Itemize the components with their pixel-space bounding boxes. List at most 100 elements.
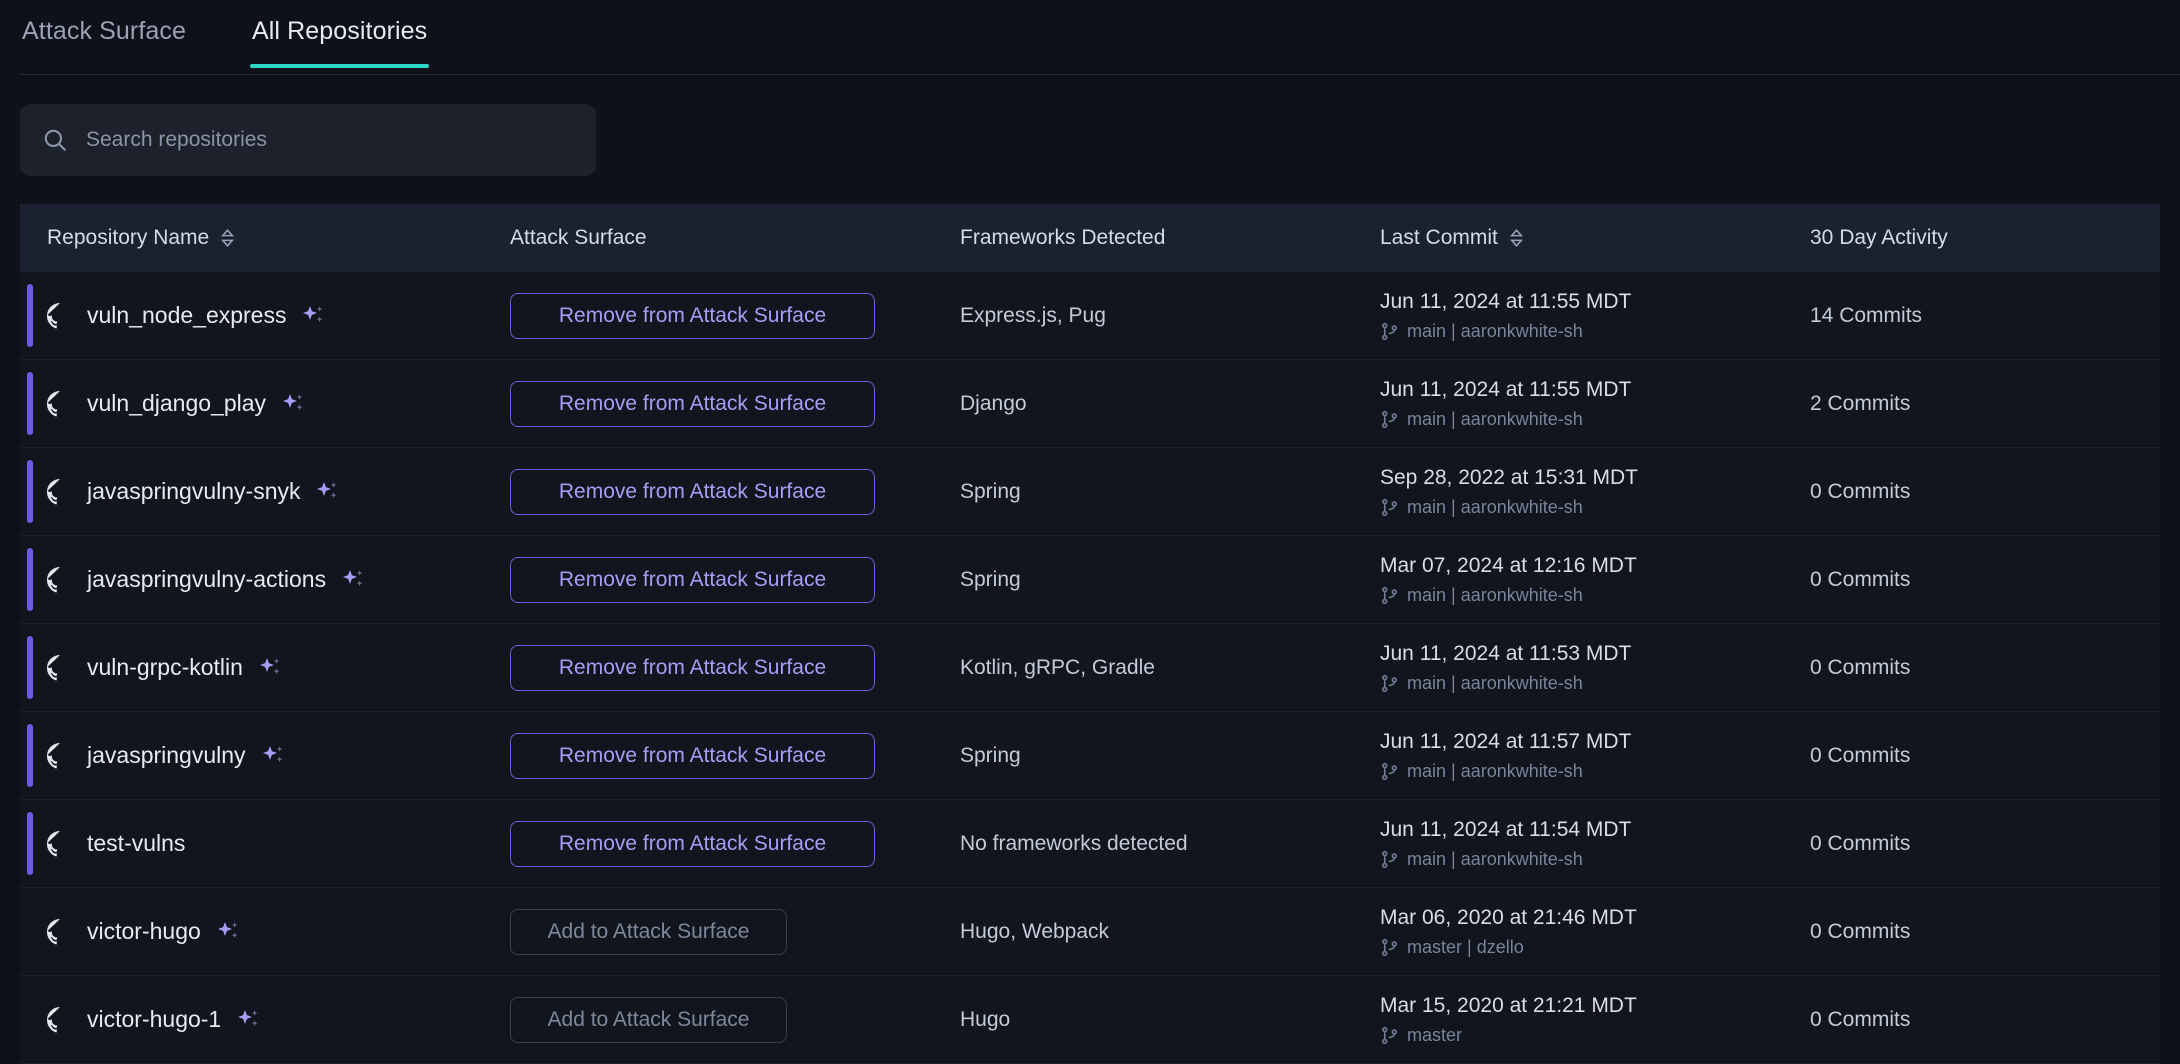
table-row[interactable]: javaspringvulny-snyk Remove from Attack S… xyxy=(20,448,2160,536)
sort-icon[interactable] xyxy=(219,226,236,250)
column-header-last-commit[interactable]: Last Commit xyxy=(1380,226,1810,250)
column-label: Repository Name xyxy=(47,226,210,249)
table-row[interactable]: javaspringvulny Remove from Attack Surfac… xyxy=(20,712,2160,800)
git-branch-icon xyxy=(1382,850,1397,868)
activity-cell: 0 Commits xyxy=(1810,744,2160,768)
table-row[interactable]: vuln_django_play Remove from Attack Surfa… xyxy=(20,360,2160,448)
github-icon xyxy=(47,478,60,504)
github-icon xyxy=(47,830,60,856)
github-icon xyxy=(47,1006,60,1032)
frameworks-label: Kotlin, gRPC, Gradle xyxy=(960,655,1155,679)
repository-name-label[interactable]: test-vulns xyxy=(87,830,185,857)
sparkle-icon xyxy=(238,1009,258,1026)
remove-from-attack-surface-button[interactable]: Remove from Attack Surface xyxy=(510,292,875,339)
repositories-table: Repository Name Attack Surface Framework… xyxy=(20,204,2160,1064)
frameworks-label: Hugo, Webpack xyxy=(960,919,1110,943)
branch-author-label: main | aaronkwhite-sh xyxy=(1407,760,1583,781)
repository-name-label[interactable]: javaspringvulny-snyk xyxy=(87,478,300,505)
frameworks-label: Spring xyxy=(960,743,1021,767)
search-repositories-box[interactable] xyxy=(20,104,596,176)
sparkle-icon xyxy=(317,481,337,498)
sort-icon[interactable] xyxy=(1508,226,1525,250)
activity-label: 0 Commits xyxy=(1810,655,1911,679)
git-branch-icon xyxy=(1382,674,1397,692)
commit-branch-author: master xyxy=(1380,1025,1810,1046)
table-row[interactable]: vuln_node_express Remove from Attack Surf… xyxy=(20,272,2160,360)
repository-name-label[interactable]: victor-hugo-1 xyxy=(87,1006,221,1033)
column-header-attack-surface: Attack Surface xyxy=(510,226,960,250)
frameworks-cell: Spring xyxy=(960,568,1380,592)
table-row[interactable]: test-vulns Remove from Attack Surface No f… xyxy=(20,800,2160,888)
repository-name-label[interactable]: javaspringvulny-actions xyxy=(87,566,326,593)
activity-cell: 0 Commits xyxy=(1810,920,2160,944)
repository-name-label[interactable]: javaspringvulny xyxy=(87,742,246,769)
git-branch-icon xyxy=(1382,410,1397,428)
table-row[interactable]: vuln-grpc-kotlin Remove from Attack Surfa… xyxy=(20,624,2160,712)
repository-name-cell: test-vulns xyxy=(20,830,510,857)
activity-cell: 0 Commits xyxy=(1810,832,2160,856)
last-commit-cell: Mar 15, 2020 at 21:21 MDT master xyxy=(1380,994,1810,1046)
commit-date-label: Sep 28, 2022 at 15:31 MDT xyxy=(1380,465,1638,489)
remove-from-attack-surface-button[interactable]: Remove from Attack Surface xyxy=(510,732,875,779)
attack-surface-cell: Remove from Attack Surface xyxy=(510,820,960,867)
branch-author-label: main | aaronkwhite-sh xyxy=(1407,496,1583,517)
activity-cell: 0 Commits xyxy=(1810,568,2160,592)
table-header-row: Repository Name Attack Surface Framework… xyxy=(20,204,2160,272)
activity-cell: 0 Commits xyxy=(1810,1008,2160,1032)
remove-from-attack-surface-button[interactable]: Remove from Attack Surface xyxy=(510,644,875,691)
search-icon xyxy=(44,129,66,151)
tab-all-repositories[interactable]: All Repositories xyxy=(249,0,430,68)
repository-name-label[interactable]: victor-hugo xyxy=(87,918,201,945)
commit-branch-author: main | aaronkwhite-sh xyxy=(1380,673,1810,694)
remove-from-attack-surface-button[interactable]: Remove from Attack Surface xyxy=(510,380,875,427)
table-row[interactable]: javaspringvulny-actions Remove from Attac… xyxy=(20,536,2160,624)
remove-from-attack-surface-button[interactable]: Remove from Attack Surface xyxy=(510,468,875,515)
commit-date-label: Mar 07, 2024 at 12:16 MDT xyxy=(1380,553,1637,577)
github-icon xyxy=(47,302,60,328)
column-header-frameworks-detected: Frameworks Detected xyxy=(960,226,1380,250)
commit-date-label: Mar 15, 2020 at 21:21 MDT xyxy=(1380,993,1637,1017)
last-commit-cell: Jun 11, 2024 at 11:53 MDT main | aaronkwh… xyxy=(1380,642,1810,694)
remove-from-attack-surface-button[interactable]: Remove from Attack Surface xyxy=(510,556,875,603)
branch-author-label: master | dzello xyxy=(1407,936,1524,957)
tab-attack-surface[interactable]: Attack Surface xyxy=(20,0,188,68)
activity-cell: 0 Commits xyxy=(1810,480,2160,504)
frameworks-label: No frameworks detected xyxy=(960,831,1188,855)
git-branch-icon xyxy=(1382,762,1397,780)
search-input[interactable] xyxy=(86,128,574,152)
repository-name-label[interactable]: vuln-grpc-kotlin xyxy=(87,654,243,681)
git-branch-icon xyxy=(1382,1026,1397,1044)
frameworks-cell: Spring xyxy=(960,480,1380,504)
attack-surface-cell: Remove from Attack Surface xyxy=(510,644,960,691)
add-to-attack-surface-button[interactable]: Add to Attack Surface xyxy=(510,996,787,1043)
last-commit-cell: Sep 28, 2022 at 15:31 MDT main | aaronkwh… xyxy=(1380,466,1810,518)
frameworks-label: Django xyxy=(960,391,1027,415)
last-commit-cell: Jun 11, 2024 at 11:54 MDT main | aaronkwh… xyxy=(1380,818,1810,870)
repository-name-label[interactable]: vuln_node_express xyxy=(87,302,286,329)
repository-name-cell: javaspringvulny xyxy=(20,742,510,769)
remove-from-attack-surface-button[interactable]: Remove from Attack Surface xyxy=(510,820,875,867)
tab-bar: Attack Surface All Repositories xyxy=(0,0,2180,76)
activity-label: 0 Commits xyxy=(1810,1007,1911,1031)
column-header-repository-name[interactable]: Repository Name xyxy=(20,226,510,250)
activity-label: 0 Commits xyxy=(1810,567,1911,591)
table-row[interactable]: victor-hugo Add to Attack Surface Hugo, We… xyxy=(20,888,2160,976)
commit-date-label: Jun 11, 2024 at 11:55 MDT xyxy=(1380,289,1632,313)
frameworks-cell: Hugo xyxy=(960,1008,1380,1032)
git-branch-icon xyxy=(1382,322,1397,340)
repository-name-label[interactable]: vuln_django_play xyxy=(87,390,266,417)
attack-surface-cell: Add to Attack Surface xyxy=(510,996,960,1043)
commit-branch-author: main | aaronkwhite-sh xyxy=(1380,761,1810,782)
activity-label: 14 Commits xyxy=(1810,303,1923,327)
add-to-attack-surface-button[interactable]: Add to Attack Surface xyxy=(510,908,787,955)
sparkle-icon xyxy=(217,921,238,938)
table-body: vuln_node_express Remove from Attack Surf… xyxy=(20,272,2160,1064)
sparkle-icon xyxy=(283,393,303,410)
table-row[interactable]: victor-hugo-1 Add to Attack Surface Hugo Ma… xyxy=(20,976,2160,1064)
git-branch-icon xyxy=(1382,938,1397,956)
branch-author-label: main | aaronkwhite-sh xyxy=(1407,848,1583,869)
repository-name-cell: vuln-grpc-kotlin xyxy=(20,654,510,681)
activity-cell: 0 Commits xyxy=(1810,656,2160,680)
commit-branch-author: main | aaronkwhite-sh xyxy=(1380,321,1810,342)
frameworks-cell: Spring xyxy=(960,744,1380,768)
